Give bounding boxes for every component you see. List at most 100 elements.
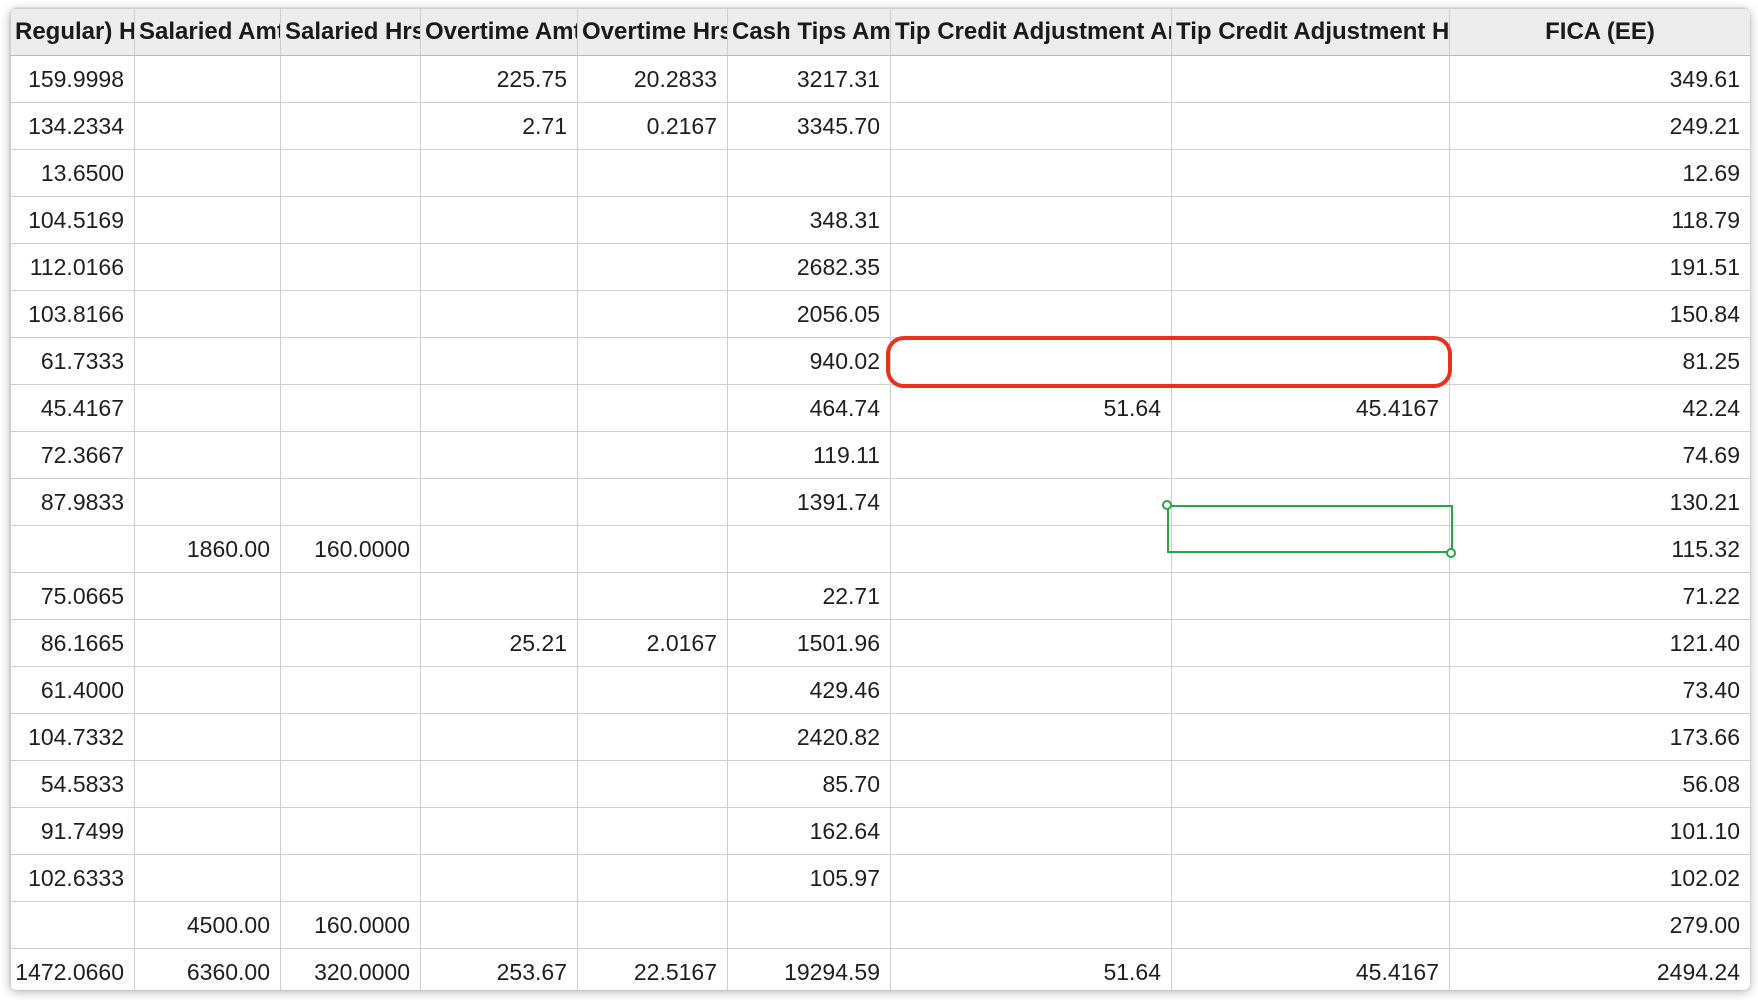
table-cell[interactable]: 191.51 [1449, 243, 1750, 291]
table-cell[interactable] [280, 337, 421, 385]
table-cell[interactable]: 102.6333 [10, 854, 135, 902]
total-cell[interactable]: 45.4167 [1171, 948, 1450, 990]
table-cell[interactable] [577, 666, 728, 714]
total-cell[interactable]: 19294.59 [727, 948, 891, 990]
table-cell[interactable]: 72.3667 [10, 431, 135, 479]
total-cell[interactable]: 51.64 [890, 948, 1172, 990]
table-cell[interactable] [280, 619, 421, 667]
table-cell[interactable] [420, 149, 578, 197]
table-cell[interactable] [1171, 854, 1450, 902]
table-cell[interactable] [1171, 55, 1450, 103]
column-header[interactable]: Tip Credit Adjustment Hrs [1171, 8, 1450, 56]
table-cell[interactable]: 2682.35 [727, 243, 891, 291]
column-header[interactable]: Regular) Hrs [10, 8, 135, 56]
table-cell[interactable]: 45.4167 [1171, 384, 1450, 432]
column-header[interactable]: Cash Tips Amt [727, 8, 891, 56]
table-cell[interactable]: 464.74 [727, 384, 891, 432]
total-cell[interactable]: 1472.0660 [10, 948, 135, 990]
table-cell[interactable] [134, 619, 281, 667]
table-cell[interactable] [420, 713, 578, 761]
table-cell[interactable] [280, 760, 421, 808]
table-cell[interactable] [577, 525, 728, 573]
table-cell[interactable] [577, 807, 728, 855]
table-cell[interactable] [1171, 713, 1450, 761]
table-cell[interactable]: 134.2334 [10, 102, 135, 150]
table-cell[interactable] [420, 666, 578, 714]
table-cell[interactable]: 150.84 [1449, 290, 1750, 338]
table-cell[interactable]: 45.4167 [10, 384, 135, 432]
table-cell[interactable] [890, 713, 1172, 761]
table-cell[interactable] [577, 243, 728, 291]
table-cell[interactable]: 61.7333 [10, 337, 135, 385]
table-cell[interactable] [1171, 619, 1450, 667]
table-cell[interactable] [134, 807, 281, 855]
table-cell[interactable]: 1501.96 [727, 619, 891, 667]
table-cell[interactable]: 225.75 [420, 55, 578, 103]
table-cell[interactable]: 103.8166 [10, 290, 135, 338]
table-cell[interactable]: 56.08 [1449, 760, 1750, 808]
table-cell[interactable]: 81.25 [1449, 337, 1750, 385]
table-cell[interactable]: 54.5833 [10, 760, 135, 808]
table-cell[interactable] [134, 55, 281, 103]
table-cell[interactable] [134, 854, 281, 902]
table-cell[interactable]: 12.69 [1449, 149, 1750, 197]
table-cell[interactable]: 22.71 [727, 572, 891, 620]
table-cell[interactable]: 2420.82 [727, 713, 891, 761]
table-cell[interactable] [134, 196, 281, 244]
table-cell[interactable] [890, 619, 1172, 667]
table-cell[interactable] [577, 478, 728, 526]
table-cell[interactable] [890, 243, 1172, 291]
table-cell[interactable]: 1860.00 [134, 525, 281, 573]
table-cell[interactable] [577, 196, 728, 244]
table-cell[interactable]: 42.24 [1449, 384, 1750, 432]
table-cell[interactable]: 159.9998 [10, 55, 135, 103]
table-cell[interactable] [1171, 431, 1450, 479]
table-cell[interactable] [280, 666, 421, 714]
table-cell[interactable] [420, 572, 578, 620]
table-cell[interactable]: 249.21 [1449, 102, 1750, 150]
table-cell[interactable] [134, 102, 281, 150]
table-cell[interactable] [134, 431, 281, 479]
table-cell[interactable] [420, 807, 578, 855]
table-cell[interactable]: 73.40 [1449, 666, 1750, 714]
table-cell[interactable]: 4500.00 [134, 901, 281, 949]
table-cell[interactable]: 61.4000 [10, 666, 135, 714]
table-cell[interactable] [890, 431, 1172, 479]
table-cell[interactable] [280, 196, 421, 244]
column-header[interactable]: Salaried Amt [134, 8, 281, 56]
table-cell[interactable] [134, 478, 281, 526]
table-cell[interactable]: 75.0665 [10, 572, 135, 620]
table-cell[interactable] [280, 290, 421, 338]
table-cell[interactable] [134, 760, 281, 808]
table-cell[interactable]: 102.02 [1449, 854, 1750, 902]
table-cell[interactable]: 105.97 [727, 854, 891, 902]
table-cell[interactable]: 51.64 [890, 384, 1172, 432]
table-cell[interactable] [280, 431, 421, 479]
table-cell[interactable]: 13.6500 [10, 149, 135, 197]
table-cell[interactable] [134, 572, 281, 620]
table-cell[interactable] [134, 384, 281, 432]
table-cell[interactable] [727, 525, 891, 573]
table-cell[interactable] [890, 55, 1172, 103]
table-cell[interactable]: 91.7499 [10, 807, 135, 855]
table-cell[interactable]: 2.0167 [577, 619, 728, 667]
table-cell[interactable] [280, 572, 421, 620]
table-cell[interactable] [1171, 337, 1450, 385]
table-cell[interactable] [420, 196, 578, 244]
total-cell[interactable]: 6360.00 [134, 948, 281, 990]
table-cell[interactable] [727, 149, 891, 197]
table-cell[interactable] [1171, 478, 1450, 526]
table-cell[interactable] [420, 525, 578, 573]
table-cell[interactable] [890, 290, 1172, 338]
table-cell[interactable] [1171, 572, 1450, 620]
table-cell[interactable] [577, 901, 728, 949]
table-cell[interactable] [280, 854, 421, 902]
table-cell[interactable] [1171, 525, 1450, 573]
table-cell[interactable] [890, 807, 1172, 855]
table-cell[interactable] [10, 525, 135, 573]
table-cell[interactable] [890, 102, 1172, 150]
table-cell[interactable] [280, 478, 421, 526]
table-cell[interactable] [134, 243, 281, 291]
column-header[interactable]: Overtime Amt [420, 8, 578, 56]
table-cell[interactable] [1171, 196, 1450, 244]
